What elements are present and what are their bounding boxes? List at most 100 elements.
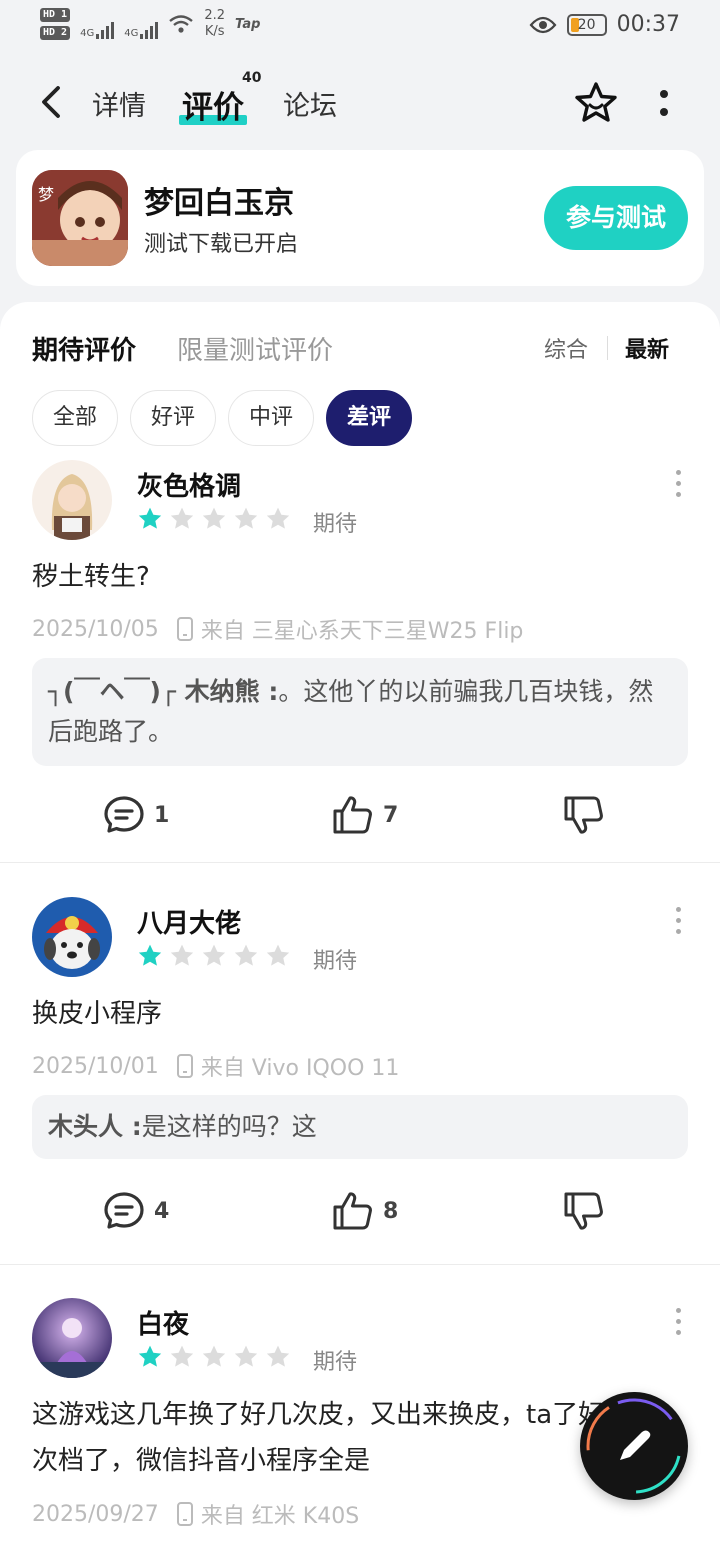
comment-button[interactable]: 4 — [102, 1189, 169, 1233]
reply-preview[interactable]: ┐(￣ヘ￣)┌ 木纳熊 :。这他丫的以前骗我几百块钱，然后跑路了。 — [32, 658, 688, 766]
like-count: 7 — [383, 802, 399, 828]
battery-icon: 20 — [566, 13, 607, 36]
star-filled-icon — [138, 944, 162, 966]
thumbs-up-icon — [333, 1192, 372, 1230]
thumbs-up-icon — [333, 796, 372, 834]
comment-count: 4 — [154, 1198, 170, 1224]
review-date: 2025/10/05 — [32, 616, 159, 642]
game-subtitle: 测试下载已开启 — [144, 232, 299, 257]
filter-neutral[interactable]: 中评 — [228, 390, 315, 446]
like-button[interactable]: 8 — [331, 1189, 398, 1233]
filter-negative[interactable]: 差评 — [326, 390, 413, 446]
tab-limited-test-reviews[interactable]: 限量测试评价 — [177, 330, 333, 367]
network-type-2: 4G — [124, 28, 139, 39]
review-actions: 4 8 — [0, 1189, 720, 1239]
like-count: 8 — [383, 1198, 399, 1224]
rating-stars — [137, 1344, 291, 1370]
star-empty-icon — [266, 1345, 290, 1367]
star-empty-icon — [170, 507, 194, 529]
tab-forum[interactable]: 论坛 — [283, 84, 337, 123]
comment-count: 1 — [154, 802, 170, 828]
reply-author: 木头人 : — [48, 1112, 142, 1141]
review-meta: 2025/10/05 来自 三星心系天下三星W25 Flip — [32, 613, 523, 645]
phone-icon — [176, 1054, 193, 1078]
review-meta: 2025/10/01 来自 Vivo IQOO 11 — [32, 1050, 399, 1082]
review-device: 来自 三星心系天下三星W25 Flip — [200, 619, 524, 644]
signal-2-icon: 4G — [124, 9, 159, 39]
more-options-icon[interactable] — [654, 86, 674, 120]
pen-icon — [586, 1398, 682, 1494]
divider — [0, 862, 720, 863]
filter-all[interactable]: 全部 — [32, 390, 119, 446]
review-device: 来自 Vivo IQOO 11 — [200, 1056, 400, 1081]
hd-indicator: HD 1 HD 2 — [40, 8, 71, 40]
star-empty-icon — [202, 1345, 226, 1367]
sort-divider — [607, 336, 608, 360]
star-empty-icon — [266, 507, 290, 529]
tab-detail[interactable]: 详情 — [92, 84, 146, 123]
game-card[interactable]: 梦 梦回白玉京 测试下载已开启 参与测试 — [16, 150, 704, 286]
review-status-label: 期待 — [313, 1350, 358, 1375]
sort-latest[interactable]: 最新 — [625, 332, 669, 364]
svg-text:梦: 梦 — [38, 185, 54, 204]
reply-author: ┐(￣ヘ￣)┌ 木纳熊 : — [48, 677, 279, 706]
like-button[interactable]: 7 — [331, 793, 398, 837]
game-name: 梦回白玉京 — [144, 186, 294, 221]
favorite-star-icon[interactable] — [573, 80, 619, 126]
review-status-label: 期待 — [313, 512, 358, 537]
comment-button[interactable]: 1 — [102, 793, 169, 837]
star-filled-icon — [138, 507, 162, 529]
review-more-icon[interactable] — [676, 470, 686, 503]
review-username[interactable]: 灰色格调 — [137, 466, 241, 503]
comment-icon — [104, 796, 144, 833]
review-more-icon[interactable] — [676, 907, 686, 940]
comment-icon — [104, 1192, 144, 1229]
speed-value: 2.2 — [204, 8, 226, 23]
star-empty-icon — [234, 944, 258, 966]
tap-logo: Tap — [235, 16, 261, 32]
review-status-label: 期待 — [313, 949, 358, 974]
filter-positive[interactable]: 好评 — [130, 390, 217, 446]
top-nav: 详情 评价 40 论坛 — [0, 60, 720, 150]
reply-preview[interactable]: 木头人 :是这样的吗？这 — [32, 1095, 688, 1159]
divider — [0, 1264, 720, 1265]
hd1-badge: HD 1 — [40, 8, 71, 22]
review-username[interactable]: 白夜 — [137, 1304, 189, 1341]
tab-review[interactable]: 评价 — [179, 82, 247, 127]
thumbs-down-icon — [564, 1192, 603, 1230]
network-type-1: 4G — [80, 28, 95, 39]
write-review-button[interactable] — [580, 1392, 688, 1500]
dislike-button[interactable] — [562, 1189, 606, 1233]
game-icon: 梦 — [32, 170, 128, 266]
avatar[interactable] — [32, 1298, 112, 1378]
star-empty-icon — [202, 507, 226, 529]
clock: 00:37 — [616, 12, 680, 37]
hd2-badge: HD 2 — [40, 26, 71, 40]
join-test-button[interactable]: 参与测试 — [544, 186, 688, 250]
avatar[interactable] — [32, 897, 112, 977]
filter-chips: 全部 好评 中评 差评 — [32, 390, 413, 446]
battery-level: 20 — [577, 16, 596, 33]
eye-icon — [529, 16, 557, 33]
star-empty-icon — [202, 944, 226, 966]
star-empty-icon — [170, 1345, 194, 1367]
back-arrow-icon[interactable] — [36, 82, 66, 122]
reviews-panel: 期待评价 限量测试评价 综合 最新 全部 好评 中评 差评 灰色格调 期待 秽土… — [0, 302, 720, 1560]
tab-expect-reviews[interactable]: 期待评价 — [32, 330, 136, 367]
tab-review-label: 评价 — [182, 90, 244, 126]
review-username[interactable]: 八月大佬 — [137, 903, 241, 940]
star-empty-icon — [266, 944, 290, 966]
star-empty-icon — [170, 944, 194, 966]
sort-overall[interactable]: 综合 — [544, 332, 588, 364]
review-device: 来自 红米 K40S — [200, 1504, 360, 1529]
review-more-icon[interactable] — [676, 1308, 686, 1341]
review-text[interactable]: 这游戏这几年换了好几次皮，又出来换皮，ta了好几次档了，微信抖音小程序全是 — [32, 1392, 632, 1484]
signal-1-icon: 4G — [80, 9, 115, 39]
dislike-button[interactable] — [562, 793, 606, 837]
review-date: 2025/10/01 — [32, 1053, 159, 1079]
star-empty-icon — [234, 507, 258, 529]
wifi-icon — [169, 15, 194, 33]
review-text[interactable]: 秽土转生? — [32, 554, 652, 600]
review-text[interactable]: 换皮小程序 — [32, 991, 652, 1037]
avatar[interactable] — [32, 460, 112, 540]
